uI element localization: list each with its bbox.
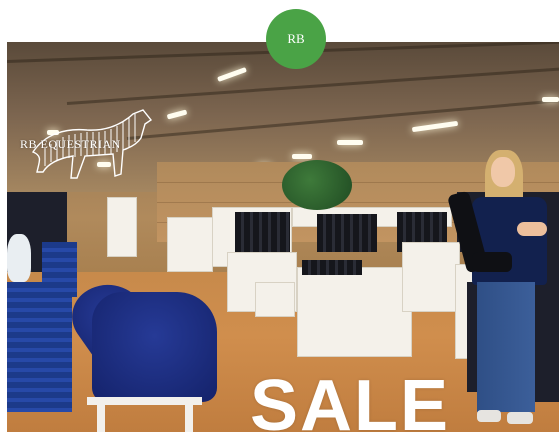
shelf-unit bbox=[107, 197, 137, 257]
boot-display bbox=[235, 212, 290, 252]
horse-mannequin bbox=[7, 234, 31, 282]
person-jeans bbox=[477, 282, 535, 412]
display-counter bbox=[297, 267, 412, 357]
held-riding-boot bbox=[472, 252, 512, 272]
plant bbox=[282, 160, 352, 210]
shelf-unit bbox=[167, 217, 213, 272]
sale-banner-text: SALE bbox=[250, 366, 451, 432]
avatar[interactable]: RB bbox=[266, 9, 326, 69]
person-arm bbox=[517, 222, 547, 236]
hero-image: RB EQUESTRIAN SALE bbox=[7, 42, 559, 432]
display-counter bbox=[255, 282, 295, 317]
ceiling-light bbox=[542, 97, 559, 102]
person-shoe bbox=[477, 410, 501, 422]
boot-display bbox=[317, 214, 377, 252]
ceiling-light bbox=[337, 140, 363, 145]
brand-name: RB EQUESTRIAN bbox=[20, 137, 121, 151]
saddle-stand-leg bbox=[185, 402, 193, 432]
saddle-stand-leg bbox=[97, 402, 105, 432]
page: RB RB EQUESTRIAN SALE bbox=[0, 0, 559, 432]
saddle-pad bbox=[92, 292, 217, 402]
person-face bbox=[491, 157, 515, 187]
display-counter bbox=[402, 242, 460, 312]
avatar-initials: RB bbox=[287, 31, 305, 46]
blue-merchandise-rack bbox=[42, 242, 77, 297]
person-shoe bbox=[507, 412, 533, 424]
boot-display bbox=[302, 260, 362, 275]
ceiling-light bbox=[292, 154, 312, 159]
blue-merchandise-rack bbox=[7, 282, 72, 412]
